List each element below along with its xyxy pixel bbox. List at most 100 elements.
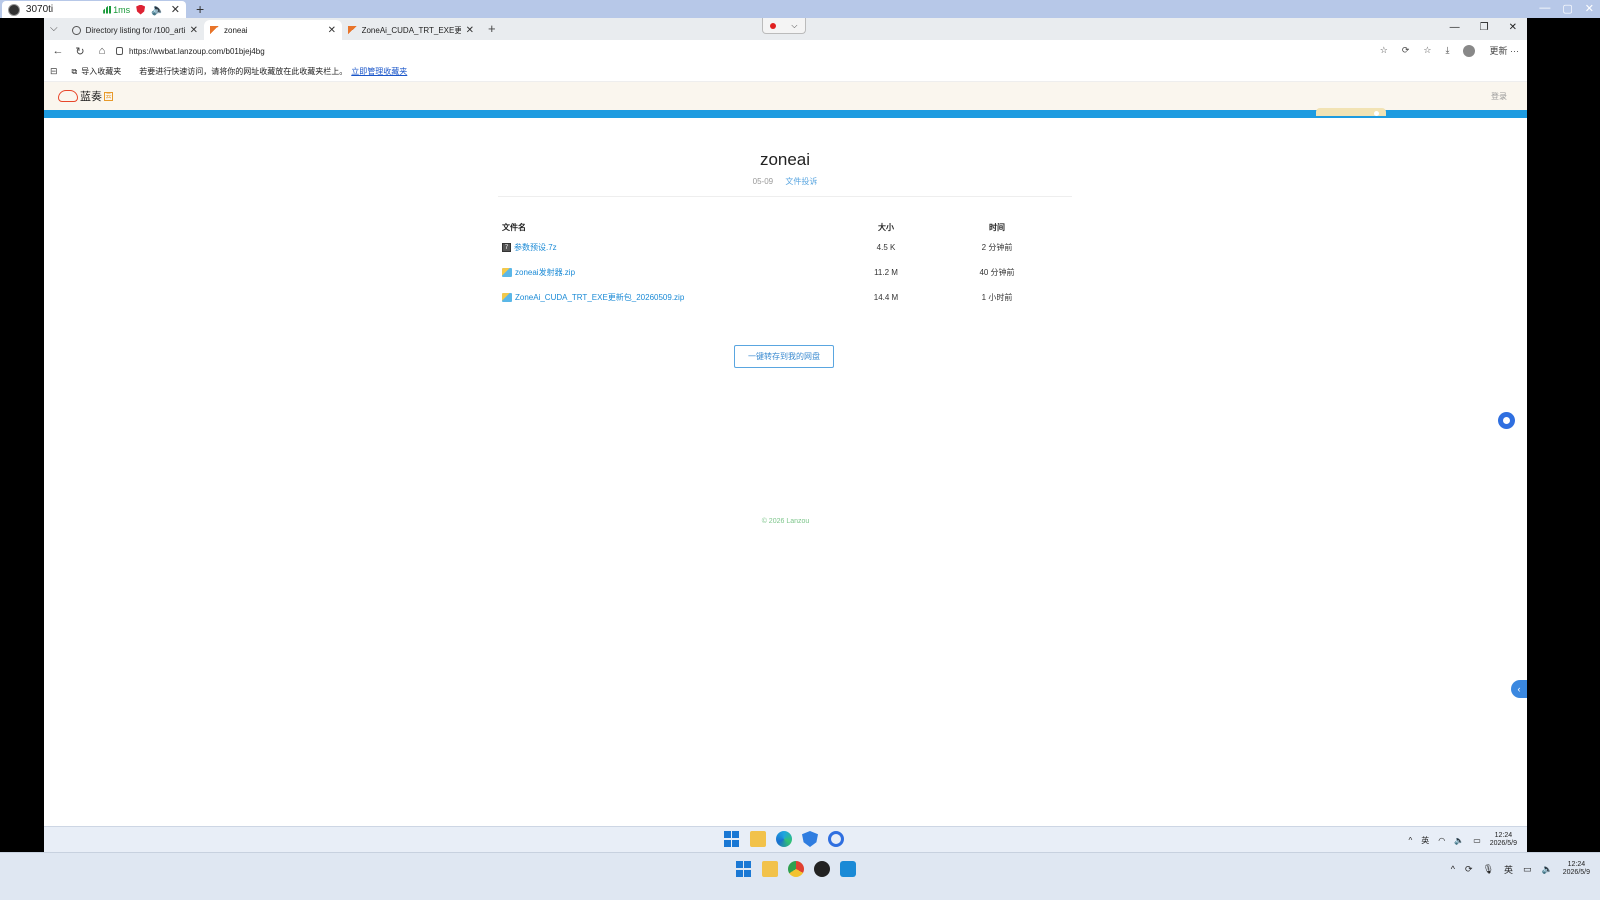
file-size: 14.4 M	[873, 293, 899, 302]
file-explorer-icon[interactable]	[750, 831, 766, 847]
site-logo[interactable]: 蓝奏 云	[58, 88, 113, 104]
mic-icon[interactable]: 🎙	[1483, 864, 1494, 875]
app-ring-icon[interactable]	[828, 831, 844, 847]
save-to-drive-button[interactable]: 一键转存到我的网盘	[734, 345, 834, 368]
toolbar-icons: ☆ ⟳ ☆ ⤓ 更新 ···	[1380, 44, 1519, 57]
file-table: 文件名 大小 时间 7 参数预设.7z 4.5 K 2 分钟前 zoneai发射…	[498, 219, 1072, 310]
home-icon[interactable]: ⌂	[92, 45, 112, 58]
close-button[interactable]: ✕	[1509, 22, 1517, 33]
file-time: 2 分钟前	[981, 243, 1013, 252]
recording-widget[interactable]: ⌵	[762, 18, 806, 34]
start-icon[interactable]	[724, 831, 740, 847]
assistant-float-icon[interactable]	[1498, 412, 1515, 429]
tab-close-icon[interactable]: ✕	[328, 25, 336, 36]
profile-avatar-icon[interactable]	[1463, 44, 1476, 57]
minimize-button[interactable]: —	[1539, 2, 1550, 15]
tab-close-icon[interactable]: ✕	[190, 25, 198, 36]
close-button[interactable]: ✕	[1585, 2, 1594, 15]
session-avatar-icon	[8, 3, 20, 16]
tray-chevron-icon[interactable]: ^	[1451, 864, 1455, 874]
file-explorer-icon[interactable]	[762, 861, 778, 877]
column-size-header: 大小	[878, 222, 894, 232]
folder-date: 05-09	[752, 177, 774, 186]
maximize-button[interactable]: ▢	[1562, 2, 1572, 15]
minimize-button[interactable]: —	[1450, 22, 1460, 33]
extensions-icon[interactable]: ⟳	[1402, 45, 1410, 56]
column-name-header: 文件名	[502, 222, 526, 232]
start-icon[interactable]	[736, 861, 752, 877]
tab-directory-listing[interactable]: Directory listing for /100_artifacts/ ✕	[66, 20, 204, 40]
logo-text: 蓝奏	[80, 91, 102, 103]
file-link[interactable]: zoneai发射器.zip	[515, 267, 575, 278]
display-icon[interactable]: ▭	[1523, 864, 1532, 875]
wifi-icon[interactable]: ◠	[1438, 836, 1445, 845]
divider	[498, 196, 1072, 197]
edge-icon[interactable]	[776, 831, 792, 847]
site-header: 蓝奏 云 登录	[44, 82, 1527, 110]
url-field[interactable]: https://wwbat.lanzoup.com/b01bjej4bg	[110, 42, 1412, 60]
favorites-bar: ⊟ ⧉ 导入收藏夹 若要进行快速访问，请将你的网址收藏放在此收藏夹栏上。 立即管…	[44, 62, 1527, 82]
login-link[interactable]: 登录	[1491, 91, 1507, 102]
volume-icon[interactable]: 🔈	[1454, 836, 1464, 845]
mouse-cursor	[488, 233, 494, 243]
globe-icon	[72, 25, 81, 35]
tab-label: zoneai	[224, 25, 248, 35]
update-label: 更新	[1489, 46, 1508, 56]
speaker-icon[interactable]: 🔈	[151, 3, 165, 16]
ime-indicator[interactable]: 英	[1504, 863, 1513, 876]
tab-actions-chevron-icon[interactable]: ⌵	[50, 23, 58, 34]
remote-window-controls: — ▢ ✕	[1539, 2, 1594, 15]
more-icon: ···	[1510, 46, 1519, 56]
import-label: 导入收藏夹	[81, 67, 122, 76]
favorites-icon[interactable]: ☆	[1423, 45, 1431, 56]
volume-icon[interactable]: 🔈	[1542, 864, 1553, 875]
table-header: 文件名 大小 时间	[498, 219, 1072, 235]
back-icon[interactable]: ←	[48, 45, 68, 58]
security-icon[interactable]	[802, 831, 818, 847]
new-tab-button[interactable]: +	[488, 21, 496, 36]
sync-icon[interactable]: ⟳	[1465, 864, 1473, 875]
collections-icon[interactable]: ⊟	[50, 66, 58, 77]
import-icon: ⧉	[71, 66, 78, 76]
nav-buttons: ← ↻ ⌂	[44, 45, 112, 58]
file-size: 11.2 M	[874, 268, 898, 277]
tab-zoneai-update[interactable]: ZoneAi_CUDA_TRT_EXE更新包_20 ✕	[342, 20, 480, 40]
clock[interactable]: 12:24 2026/5/9	[1563, 861, 1590, 877]
chrome-icon[interactable]	[788, 861, 804, 877]
signal-icon	[103, 5, 112, 14]
sidebar-toggle-icon[interactable]: ‹	[1511, 680, 1527, 698]
browser-window-controls: — ❐ ✕	[1450, 22, 1517, 33]
system-tray: ^ 英 ◠ 🔈 ▭ 12:24 2026/5/9	[1408, 832, 1517, 848]
update-button[interactable]: 更新 ···	[1489, 44, 1519, 57]
close-icon[interactable]: ✕	[171, 3, 180, 16]
battery-icon[interactable]: ▭	[1473, 836, 1481, 845]
star-icon[interactable]: ☆	[1380, 45, 1388, 56]
downloads-icon[interactable]: ⤓	[1445, 45, 1449, 56]
import-favorites-button[interactable]: ⧉ 导入收藏夹	[72, 66, 122, 77]
clock-time: 12:24	[1494, 832, 1513, 839]
column-time-header: 时间	[989, 222, 1005, 232]
7z-icon: 7	[502, 243, 511, 252]
clock[interactable]: 12:24 2026/5/9	[1490, 832, 1517, 848]
shield-icon[interactable]	[136, 4, 146, 15]
host-taskbar: ^ ⟳ 🎙 英 ▭ 🔈 12:24 2026/5/9	[0, 852, 1600, 900]
remote-desktop-icon[interactable]	[840, 861, 856, 877]
report-link[interactable]: 文件投诉	[785, 177, 817, 186]
file-link[interactable]: 参数预设.7z	[514, 242, 557, 253]
restore-button[interactable]: ❐	[1480, 22, 1489, 33]
ime-indicator[interactable]: 英	[1421, 835, 1429, 846]
manage-favorites-link[interactable]: 立即管理收藏夹	[351, 66, 407, 77]
folder-title: zoneai	[759, 150, 811, 169]
folder-meta: 05-09 文件投诉	[498, 176, 1072, 187]
record-icon	[770, 22, 777, 29]
refresh-icon[interactable]: ↻	[70, 45, 90, 58]
folder-panel: zoneai 05-09 文件投诉 文件名 大小 时间 7 参数预设.7z 4.…	[498, 148, 1072, 310]
remote-session-tab[interactable]: 3070ti 1ms 🔈 ✕	[2, 1, 186, 18]
favorites-hint: 若要进行快速访问，请将你的网址收藏放在此收藏夹栏上。	[139, 67, 348, 76]
dark-app-icon[interactable]	[814, 861, 830, 877]
tab-zoneai[interactable]: zoneai ✕	[204, 20, 342, 40]
file-link[interactable]: ZoneAi_CUDA_TRT_EXE更新包_20260509.zip	[515, 292, 684, 303]
new-session-button[interactable]: +	[196, 1, 204, 17]
tray-chevron-icon[interactable]: ^	[1408, 836, 1412, 845]
tab-close-icon[interactable]: ✕	[466, 25, 474, 36]
